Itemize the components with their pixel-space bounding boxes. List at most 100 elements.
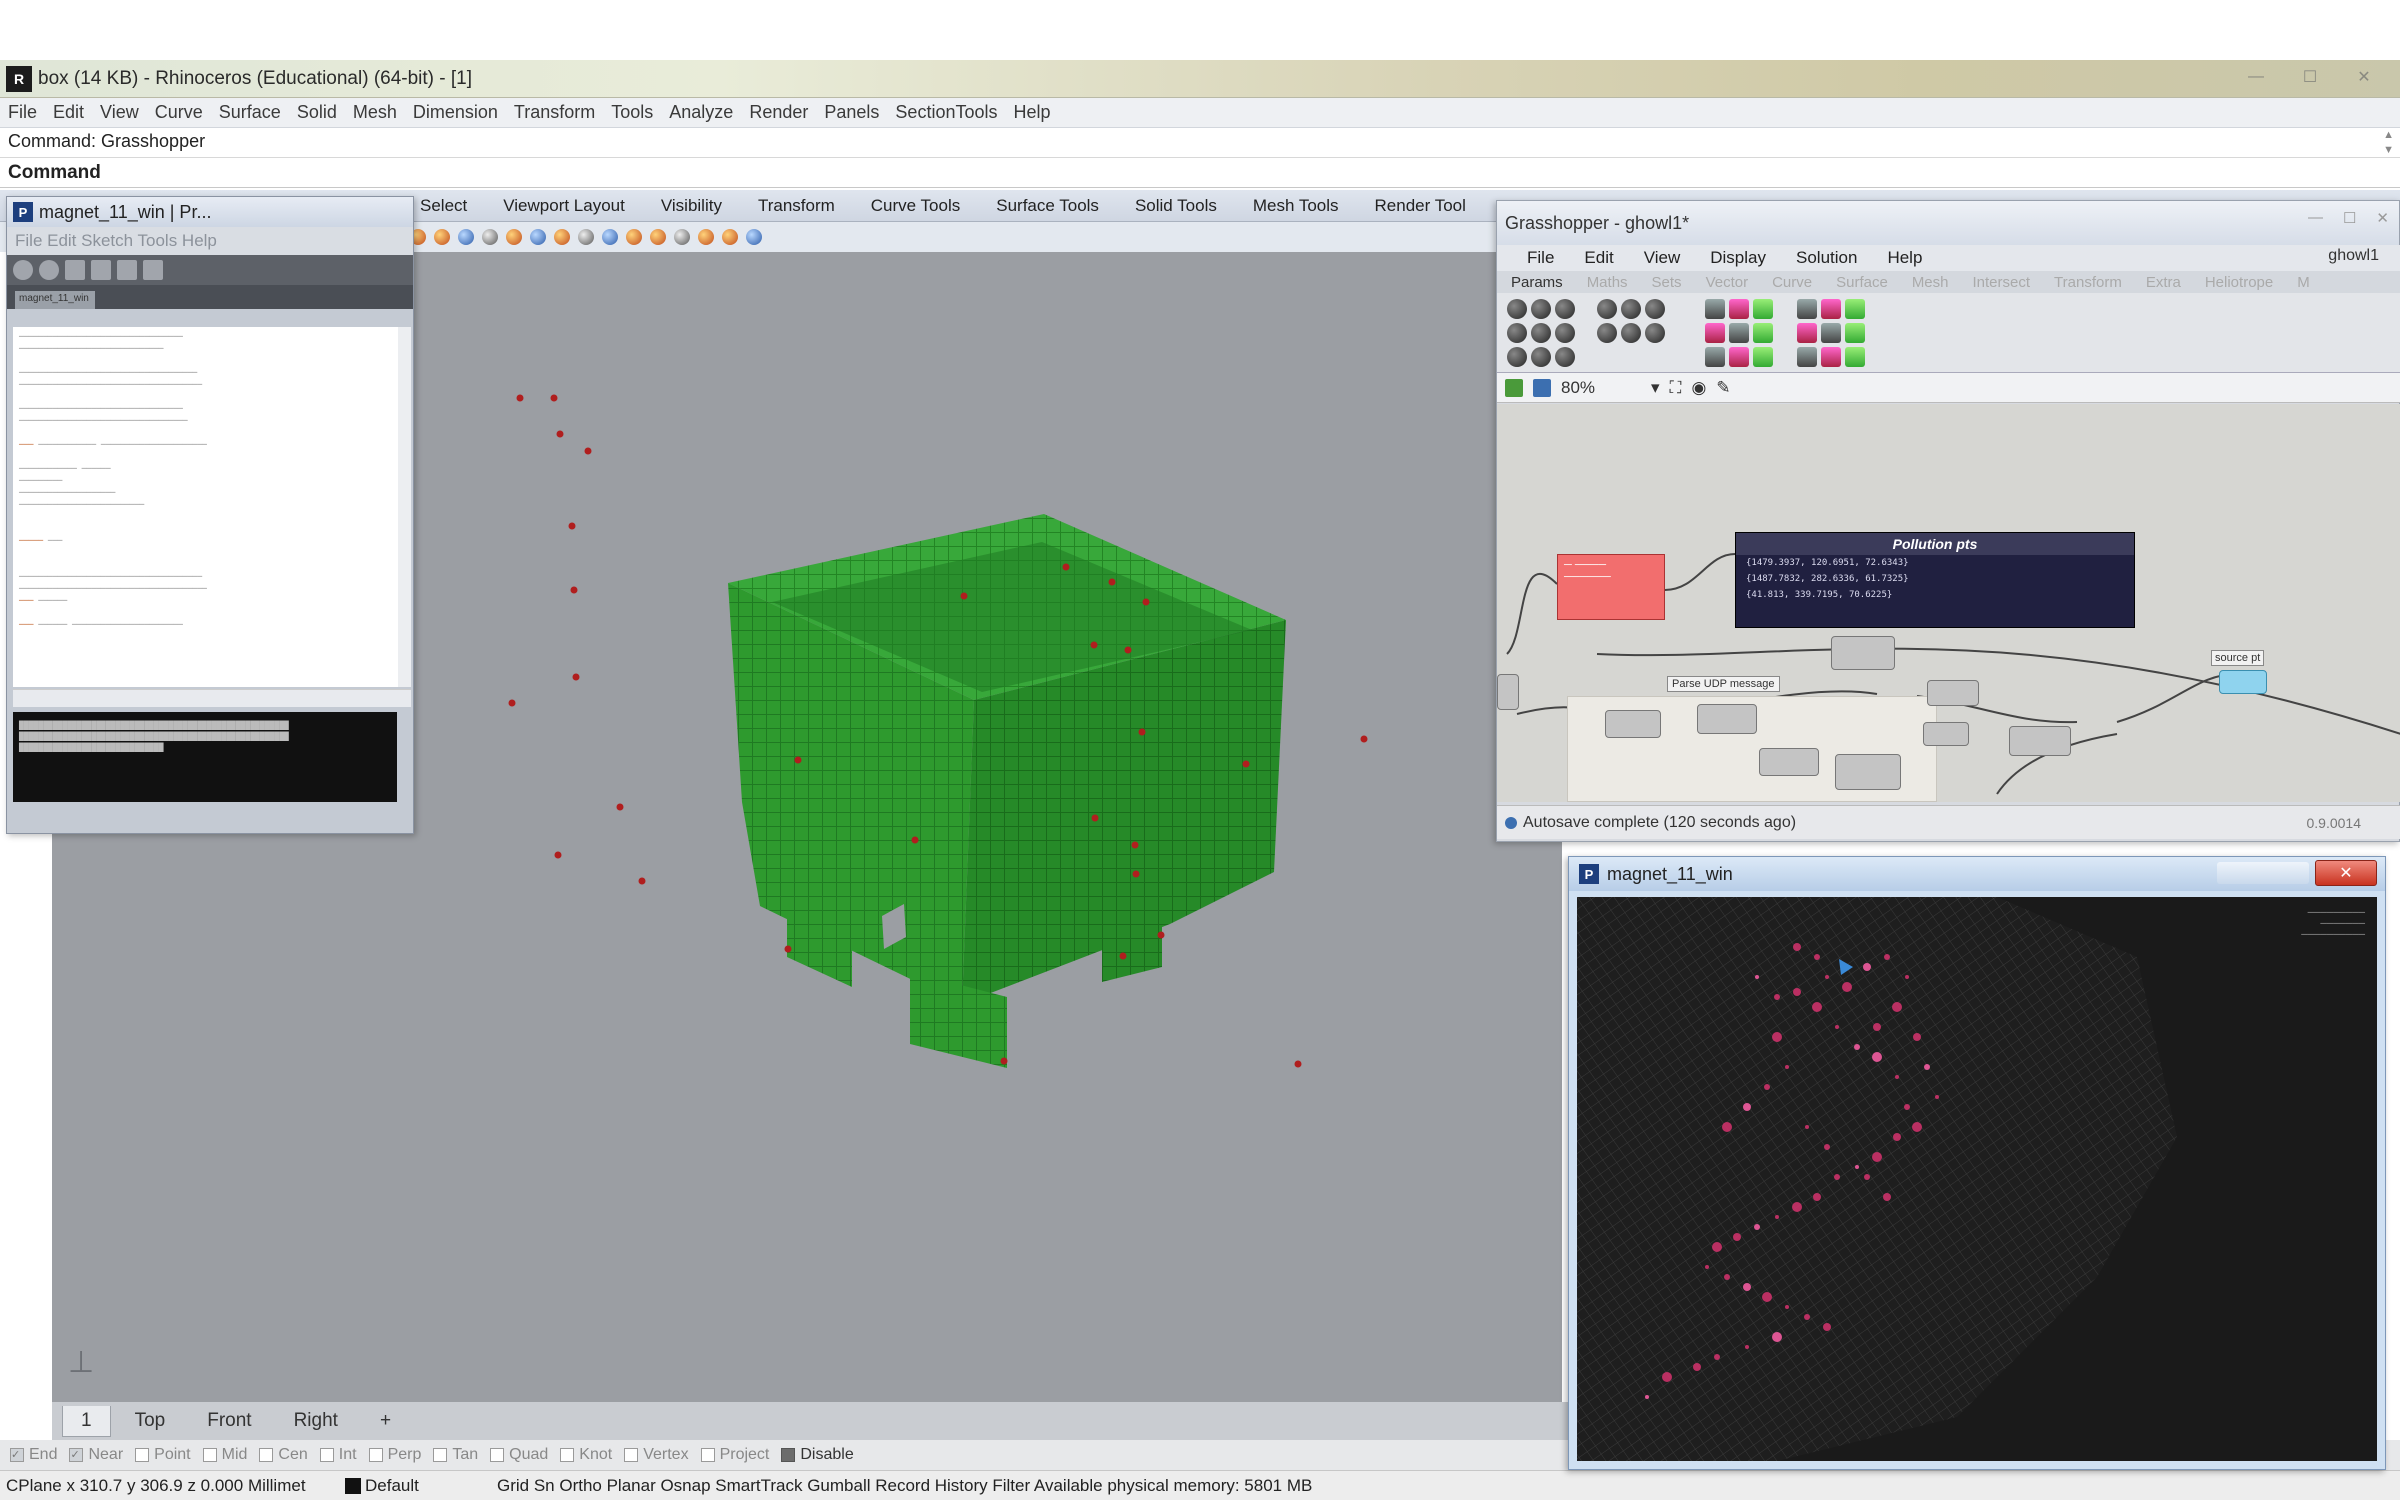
- checkbox[interactable]: [319, 1448, 334, 1462]
- component-icon[interactable]: [1531, 323, 1551, 343]
- viewport-tab[interactable]: 1: [62, 1405, 111, 1437]
- viewport-tab[interactable]: Right: [276, 1406, 356, 1436]
- gh-menu-file[interactable]: File: [1527, 248, 1554, 268]
- tool-icon[interactable]: [722, 229, 738, 245]
- command-scroll-icon[interactable]: ▲ ▼: [2383, 128, 2394, 158]
- tool-icon[interactable]: [530, 229, 546, 245]
- warning-panel[interactable]: ─ ──── ──────: [1557, 554, 1665, 620]
- checkbox[interactable]: [433, 1448, 448, 1462]
- grasshopper-doc-name[interactable]: ghowl1: [2328, 247, 2379, 265]
- save-icon[interactable]: [117, 260, 137, 280]
- osnap-project[interactable]: Project: [700, 1446, 769, 1464]
- osnap-end[interactable]: ✓ End: [10, 1446, 57, 1464]
- pollution-map-canvas[interactable]: ───────── ─────── ──────────: [1577, 897, 2377, 1461]
- add-viewport-icon[interactable]: +: [362, 1406, 409, 1436]
- gh-component[interactable]: [1831, 636, 1895, 670]
- sketch-icon[interactable]: ✎: [1716, 378, 1730, 398]
- tool-icon[interactable]: [578, 229, 594, 245]
- gh-component[interactable]: [1697, 704, 1757, 734]
- sketch-tab[interactable]: magnet_11_win: [15, 291, 95, 309]
- maximize-icon[interactable]: ☐: [2343, 209, 2356, 227]
- gh-tab[interactable]: Heliotrope: [2205, 274, 2273, 291]
- magnet-sketch-window[interactable]: P magnet_11_win ✕ ───────── ─────── ──────…: [1568, 856, 2386, 1470]
- menu-dimension[interactable]: Dimension: [413, 102, 498, 123]
- toolbar-tab[interactable]: Viewport Layout: [503, 196, 625, 216]
- maximize-icon[interactable]: ☐: [2288, 64, 2332, 90]
- component-icon[interactable]: [1507, 323, 1527, 343]
- component-icon[interactable]: [1821, 347, 1841, 367]
- udp-parse-label[interactable]: Parse UDP message: [1667, 676, 1780, 692]
- voxel-model[interactable]: [728, 514, 1286, 1068]
- new-icon[interactable]: [65, 260, 85, 280]
- menu-surface[interactable]: Surface: [219, 102, 281, 123]
- component-icon[interactable]: [1705, 299, 1725, 319]
- toolbar-tab[interactable]: Mesh Tools: [1253, 196, 1339, 216]
- checkbox[interactable]: [700, 1448, 715, 1462]
- gh-component[interactable]: [2009, 726, 2071, 756]
- menu-help[interactable]: Help: [1013, 102, 1050, 123]
- gh-tab[interactable]: Intersect: [1973, 274, 2031, 291]
- pollution-points-panel[interactable]: Pollution pts {1479.3937, 120.6951, 72.6…: [1735, 532, 2135, 628]
- component-icon[interactable]: [1753, 299, 1773, 319]
- menu-tools[interactable]: Tools: [611, 102, 653, 123]
- gh-tab[interactable]: Surface: [1836, 274, 1888, 291]
- gh-menu-edit[interactable]: Edit: [1584, 248, 1613, 268]
- component-icon[interactable]: [1555, 299, 1575, 319]
- gh-tab[interactable]: Mesh: [1912, 274, 1949, 291]
- zoom-level[interactable]: 80%: [1561, 378, 1641, 398]
- gh-component[interactable]: [1497, 674, 1519, 710]
- checkbox[interactable]: [560, 1448, 575, 1462]
- checkbox[interactable]: ✓: [69, 1448, 84, 1462]
- gh-tab[interactable]: Extra: [2146, 274, 2181, 291]
- checkbox[interactable]: [259, 1448, 274, 1462]
- tool-icon[interactable]: [458, 229, 474, 245]
- component-icon[interactable]: [1797, 299, 1817, 319]
- tool-icon[interactable]: [626, 229, 642, 245]
- checkbox[interactable]: [202, 1448, 217, 1462]
- tool-icon[interactable]: [674, 229, 690, 245]
- checkbox[interactable]: ✓: [10, 1448, 24, 1462]
- gh-component[interactable]: [1923, 722, 1969, 746]
- component-icon[interactable]: [1621, 323, 1641, 343]
- osnap-point[interactable]: Point: [135, 1446, 191, 1464]
- checkbox[interactable]: [490, 1448, 505, 1462]
- osnap-quad[interactable]: Quad: [490, 1446, 548, 1464]
- osnap-vertex[interactable]: Vertex: [624, 1446, 689, 1464]
- toolbar-tab[interactable]: Select: [420, 196, 467, 216]
- toolbar-tab[interactable]: Transform: [758, 196, 835, 216]
- stop-icon[interactable]: [39, 260, 59, 280]
- save-file-icon[interactable]: [1533, 378, 1551, 397]
- tool-icon[interactable]: [506, 229, 522, 245]
- component-icon[interactable]: [1821, 323, 1841, 343]
- gh-component[interactable]: [1605, 710, 1661, 738]
- zoom-extents-icon[interactable]: ⛶: [1670, 378, 1682, 398]
- component-icon[interactable]: [1705, 347, 1725, 367]
- toolbar-tab[interactable]: Solid Tools: [1135, 196, 1217, 216]
- preview-icon[interactable]: ◉: [1691, 378, 1706, 398]
- export-icon[interactable]: [143, 260, 163, 280]
- zoom-dropdown-icon[interactable]: ▾: [1651, 378, 1660, 398]
- menu-mesh[interactable]: Mesh: [353, 102, 397, 123]
- tool-icon[interactable]: [602, 229, 618, 245]
- editor-horizontal-scrollbar[interactable]: [13, 689, 411, 707]
- gh-menu-solution[interactable]: Solution: [1796, 248, 1857, 268]
- component-icon[interactable]: [1797, 347, 1817, 367]
- gh-tab[interactable]: Vector: [1706, 274, 1749, 291]
- component-icon[interactable]: [1705, 323, 1725, 343]
- checkbox[interactable]: [781, 1448, 796, 1462]
- tool-icon[interactable]: [482, 229, 498, 245]
- gh-tab[interactable]: Maths: [1587, 274, 1628, 291]
- toolbar-tab[interactable]: Curve Tools: [871, 196, 960, 216]
- component-icon[interactable]: [1597, 323, 1617, 343]
- component-icon[interactable]: [1531, 299, 1551, 319]
- gh-tab[interactable]: Transform: [2054, 274, 2122, 291]
- component-icon[interactable]: [1645, 299, 1665, 319]
- osnap-tan[interactable]: Tan: [433, 1446, 478, 1464]
- component-icon[interactable]: [1531, 347, 1551, 367]
- close-icon[interactable]: ✕: [2342, 64, 2386, 90]
- command-prompt[interactable]: Command: [0, 158, 2400, 188]
- component-icon[interactable]: [1555, 323, 1575, 343]
- checkbox[interactable]: [135, 1448, 150, 1462]
- code-editor[interactable]: ────────────────────────────────── ─────…: [13, 327, 398, 687]
- grasshopper-canvas[interactable]: ─ ──── ────── Pollution pts {1479.3937, 1…: [1497, 404, 2400, 802]
